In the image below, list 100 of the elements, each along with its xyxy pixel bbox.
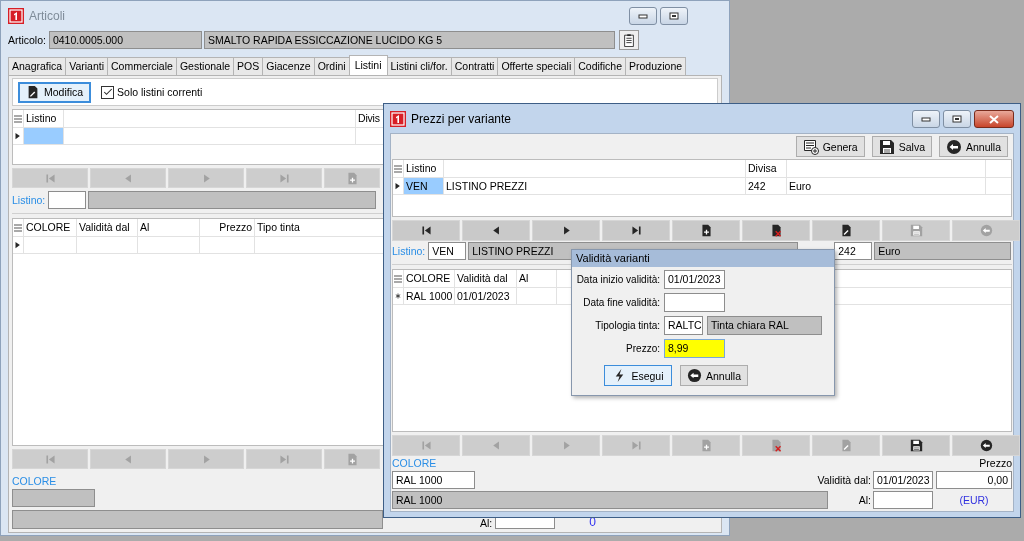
column-header[interactable]: COLORE [24,219,77,236]
field-label: Data fine validità: [582,297,660,308]
field-label: Tipologia tinta: [594,320,660,331]
tab[interactable]: Offerte speciali [497,57,576,75]
column-header[interactable]: Validità dal [77,219,138,236]
input-field[interactable]: 8,99 [664,339,725,358]
column-header[interactable]: Prezzo [200,219,255,236]
tab[interactable]: Gestionale [175,57,235,75]
selected-cell[interactable] [24,128,64,144]
minimize-icon [921,116,931,122]
tab[interactable]: POS [233,57,264,75]
tab[interactable]: Anagrafica [8,57,67,75]
color-field[interactable]: RAL 1000 [392,471,475,489]
tab[interactable]: Giacenze [262,57,315,75]
nav-button[interactable] [882,435,950,456]
column-header[interactable]: Listino [404,160,444,177]
table-cell: 01/01/2023 [455,288,517,304]
maximize-icon [952,115,962,123]
tab[interactable]: Commerciale [107,57,177,75]
run-button[interactable]: Esegui [604,365,672,386]
date-field[interactable] [495,518,556,529]
app-logo-icon [390,110,406,127]
first-page-icon [43,452,57,466]
date-field[interactable]: 01/01/2023 [873,471,933,489]
last-page-icon [629,439,643,452]
column-header[interactable]: Listino [24,110,64,127]
menu-icon[interactable] [14,114,22,123]
price-field[interactable]: 0,00 [936,471,1012,489]
floppy-disk-icon [909,439,923,452]
nav-button[interactable] [742,220,810,241]
clipboard-button[interactable] [618,30,639,50]
minimize-button[interactable] [912,110,940,128]
field-label: Al: [480,517,493,529]
nav-button[interactable] [672,220,740,241]
tab[interactable]: Contratti [450,57,499,75]
code-field[interactable]: VEN [428,242,467,260]
cancel-button[interactable]: Annulla [680,365,748,386]
menu-icon[interactable] [14,223,22,232]
checkbox-label: Solo listini correnti [117,86,203,98]
document-plus-icon [802,138,819,155]
floppy-disk-icon [909,224,923,237]
field-label: Listino: [12,194,46,206]
window-title: Articoli [29,8,65,23]
add-document-icon [345,171,359,185]
cancel-button[interactable]: Annulla [938,136,1008,157]
tab[interactable]: Varianti [65,57,109,75]
minimize-button[interactable] [629,7,657,25]
save-button[interactable]: Salva [871,136,932,157]
input-field[interactable] [664,293,725,312]
field-label: Prezzo [979,457,1012,469]
column-header[interactable]: Al [138,219,200,236]
column-header[interactable]: Validità dal [455,270,517,287]
table-cell: LISTINO PREZZI [444,178,746,194]
menu-icon[interactable] [394,164,402,173]
tab[interactable]: Listini cli/for. [386,57,452,75]
date-field[interactable] [873,491,933,509]
field-label: Prezzo: [625,343,660,354]
description-field: SMALTO RAPIDA ESSICCAZIONE LUCIDO KG 5 [203,31,615,49]
pen-document-icon [839,224,853,237]
last-page-icon [277,171,291,185]
add-document-icon [699,439,713,452]
nav-button[interactable] [812,220,880,241]
column-header[interactable]: Al [517,270,557,287]
input-field[interactable]: 01/01/2023 [664,270,725,289]
field-label: COLORE [12,475,57,487]
app-logo-icon [8,7,24,24]
column-header[interactable]: Divisa [746,160,787,177]
input-field[interactable]: RALTC [664,316,703,335]
maximize-button[interactable] [660,7,688,25]
table-cell: RAL 1000 [404,288,455,304]
field-label: Data inizio validità: [575,274,660,285]
checkbox[interactable] [101,85,115,99]
tab[interactable]: Ordini [313,57,350,75]
add-document-icon [345,452,359,466]
currency-text: (EUR) [958,494,990,506]
tab[interactable]: Listini [348,55,388,75]
menu-icon[interactable] [394,274,402,283]
tab[interactable]: Produzione [625,57,687,75]
code-field[interactable] [48,191,87,209]
close-button[interactable] [974,110,1014,128]
field-label: Articolo: [8,34,46,46]
color-name-field: RAL 1000 [392,491,828,509]
maximize-icon [669,12,679,20]
nav-button[interactable] [952,435,1020,456]
generate-button[interactable]: Genera [795,136,865,157]
table-cell: 242 [746,178,787,194]
currency-field: Euro [874,242,1012,260]
table-cell: VEN [404,178,444,194]
code-field: 0410.0005.000 [48,31,202,49]
maximize-button[interactable] [943,110,971,128]
column-header[interactable]: COLORE [404,270,455,287]
add-document-icon [699,224,713,237]
undo-icon [979,224,993,237]
field-label: Al: [858,494,871,506]
edit-button[interactable]: Modifica [18,81,92,103]
currency-code-field[interactable]: 242 [834,242,873,260]
tab[interactable]: Codifiche [574,57,626,75]
undo-icon [979,439,993,452]
checkmark-icon [101,86,114,98]
delete-document-icon [769,439,783,452]
